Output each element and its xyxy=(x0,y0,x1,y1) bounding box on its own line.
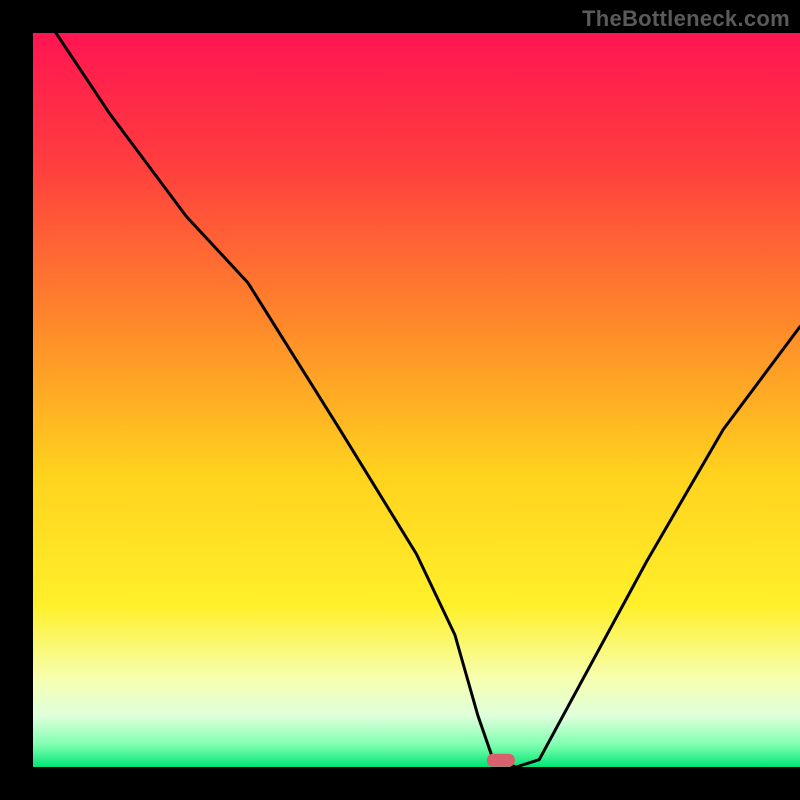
chart-frame: TheBottleneck.com xyxy=(0,0,800,800)
watermark-text: TheBottleneck.com xyxy=(582,6,790,32)
plot-background xyxy=(33,33,800,767)
optimal-point-marker xyxy=(487,754,515,767)
bottleneck-chart xyxy=(0,0,800,800)
